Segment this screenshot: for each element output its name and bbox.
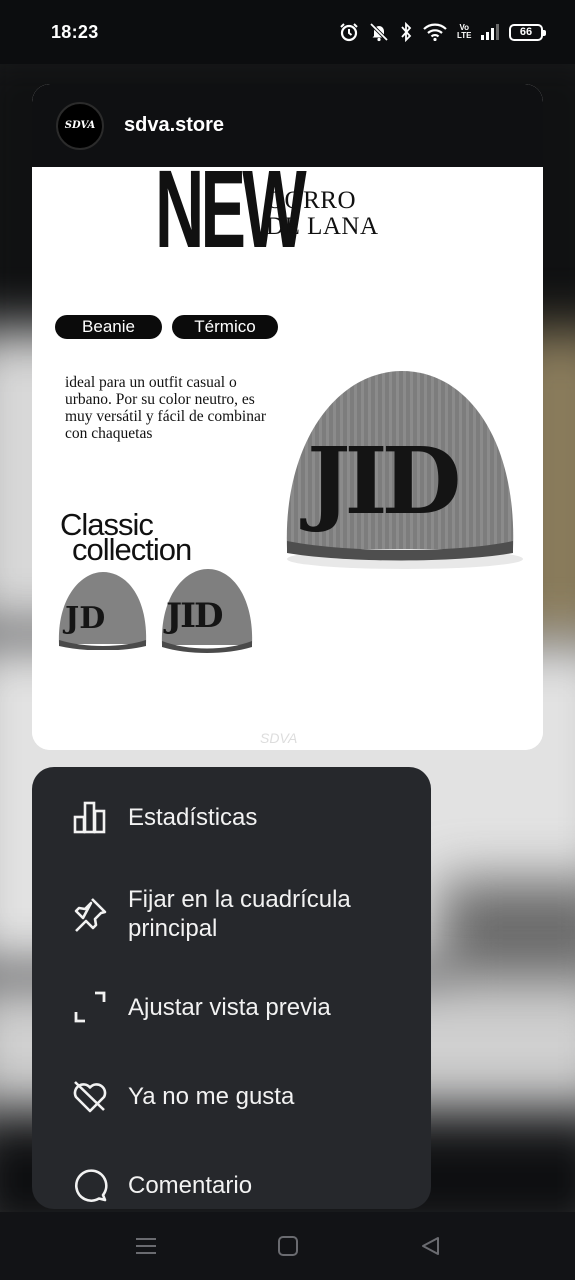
signal-icon (481, 24, 499, 40)
recents-icon[interactable] (134, 1234, 158, 1258)
svg-text:JID: JID (163, 596, 223, 636)
back-icon[interactable] (418, 1234, 442, 1258)
menu-label-ajustar: Ajustar vista previa (128, 993, 331, 1021)
menu-item-ya-no-me-gusta[interactable]: Ya no me gusta (32, 1076, 431, 1116)
crop-corners-icon (70, 987, 110, 1027)
menu-item-estadisticas[interactable]: Estadísticas (32, 797, 431, 837)
post-context-menu: Estadísticas Fijar en la cuadrícula prin… (32, 767, 431, 1209)
battery-icon: 66 (509, 23, 546, 41)
bar-chart-icon (70, 797, 110, 837)
avatar[interactable]: SDVA (56, 101, 104, 150)
system-nav-bar (0, 1212, 575, 1280)
subhead-line2: DE LANA (266, 213, 379, 240)
menu-label-estadisticas: Estadísticas (128, 803, 258, 831)
tag-pill-beanie: Beanie (55, 315, 162, 339)
comment-bubble-icon (70, 1165, 110, 1205)
collection-line2: collection (72, 532, 192, 567)
post-username[interactable]: sdva.store (124, 114, 224, 137)
watermark-logo: SDVA (260, 730, 298, 746)
menu-label-fijar: Fijar en la cuadrícula principal (128, 886, 351, 942)
menu-label-comentario: Comentario (128, 1171, 253, 1199)
tag-pill-termico: Térmico (172, 315, 278, 339)
mute-icon (369, 22, 389, 42)
heart-crossed-icon (70, 1076, 110, 1116)
volte-icon: Vo LTE (457, 23, 472, 40)
bluetooth-icon (399, 22, 413, 42)
subhead-line1: GORRO (266, 187, 357, 214)
collection-title: Classic collection (60, 509, 192, 567)
hat-logo-large: JID (300, 427, 458, 535)
product-description: ideal para un outfit casual o urbano. Po… (65, 374, 267, 442)
status-icons: Vo LTE 66 (339, 22, 546, 42)
post-image[interactable]: NEW GORRO DE LANA Beanie Térmico ideal p… (32, 155, 543, 750)
post-preview-card[interactable]: SDVA sdva.store NEW GORRO DE LANA Beanie… (32, 84, 543, 750)
status-time: 18:23 (51, 21, 99, 42)
beanie-small-image-2: JID (158, 567, 256, 658)
home-icon[interactable] (276, 1234, 300, 1258)
subhead: GORRO DE LANA (266, 188, 379, 240)
wifi-icon (423, 23, 447, 41)
menu-item-fijar[interactable]: Fijar en la cuadrícula principal (32, 882, 431, 946)
menu-item-comentario[interactable]: Comentario (32, 1165, 431, 1205)
status-bar: 18:23 Vo LTE 66 (0, 0, 575, 64)
alarm-icon (339, 22, 359, 42)
beanie-small-image-1: JD (55, 570, 150, 655)
pin-icon (70, 894, 110, 934)
svg-text:JD: JD (62, 601, 105, 636)
beanie-large-image: JID (277, 363, 527, 578)
menu-label-ya-no-me-gusta: Ya no me gusta (128, 1082, 295, 1110)
menu-item-ajustar[interactable]: Ajustar vista previa (32, 987, 431, 1027)
